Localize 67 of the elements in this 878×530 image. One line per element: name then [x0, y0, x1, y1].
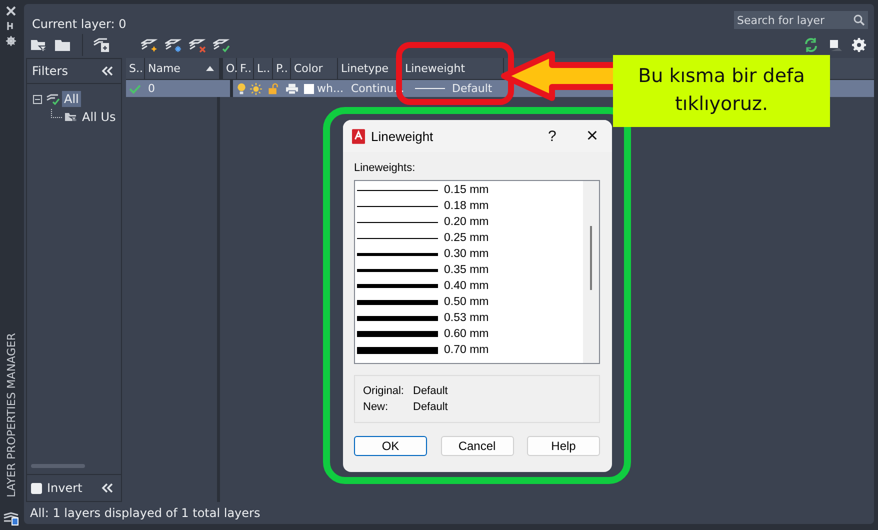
dialog-button[interactable]: Cancel	[440, 436, 514, 456]
lineweight-item[interactable]: 0.60 mm	[355, 326, 583, 342]
layers-check-icon	[46, 93, 60, 105]
line-sample	[415, 88, 445, 89]
close-icon[interactable]	[6, 6, 16, 16]
double-chevron-icon[interactable]	[101, 483, 113, 493]
palette-title: LAYER PROPERTIES MANAGER	[4, 332, 18, 497]
color-name: wh...	[317, 82, 344, 95]
lineweight-cell[interactable]: Default	[452, 82, 492, 95]
search-field[interactable]: Search for layer	[734, 11, 868, 29]
layer-name: 0	[148, 82, 155, 95]
refresh-icon[interactable]	[802, 37, 820, 53]
invert-label: Invert	[47, 481, 82, 495]
printer-icon[interactable]	[286, 82, 298, 94]
new-layer-icon[interactable]	[141, 37, 159, 53]
sort-up-icon[interactable]	[206, 66, 214, 71]
scrollbar[interactable]	[31, 464, 85, 468]
current-layer-label: Current layer: 0	[32, 17, 126, 31]
dialog-button[interactable]: OK	[354, 436, 427, 456]
column-header[interactable]: P..	[273, 58, 291, 79]
column-header[interactable]: Color	[291, 58, 338, 79]
new-value: Default	[413, 401, 448, 413]
close-button[interactable]: ×	[572, 124, 604, 148]
delete-layer-icon[interactable]	[189, 37, 207, 53]
set-current-icon[interactable]	[213, 37, 231, 53]
lineweight-item[interactable]: 0.18 mm	[355, 198, 583, 214]
column-header[interactable]: Linetype	[338, 58, 402, 79]
lineweight-item[interactable]: 0.20 mm	[355, 214, 583, 230]
lineweight-item[interactable]: 0.30 mm	[355, 246, 583, 262]
folder-icon[interactable]	[54, 37, 72, 53]
color-swatch[interactable]	[304, 84, 314, 94]
new-label: New:	[363, 401, 390, 413]
sun-icon[interactable]	[250, 82, 262, 94]
column-header[interactable]: F..	[237, 58, 254, 79]
filter-item[interactable]: All	[62, 91, 81, 107]
status-text: All: 1 layers displayed of 1 total layers	[29, 505, 262, 522]
settings-icon[interactable]	[6, 36, 16, 46]
original-label: Original:	[363, 385, 405, 397]
scrollbar-thumb[interactable]	[590, 226, 592, 290]
layer-states-icon[interactable]	[93, 37, 111, 53]
dialog-button[interactable]: Help	[527, 436, 600, 456]
invert-checkbox[interactable]	[31, 482, 42, 494]
search-icon[interactable]	[853, 14, 865, 26]
folder-filter-icon[interactable]	[30, 37, 48, 53]
collapse-icon[interactable]	[33, 94, 42, 104]
lineweight-item[interactable]: 0.40 mm	[355, 278, 583, 294]
lineweight-item[interactable]: 0.15 mm	[355, 182, 583, 198]
layers-icon	[3, 510, 19, 526]
column-header[interactable]: L..	[254, 58, 273, 79]
double-chevron-icon[interactable]	[101, 66, 113, 76]
lineweight-item[interactable]: 0.50 mm	[355, 294, 583, 310]
app-logo-icon	[352, 128, 365, 144]
new-vp-layer-icon[interactable]	[165, 37, 183, 53]
dialog-title: Lineweight	[371, 128, 434, 144]
folder-filter-icon	[64, 111, 78, 123]
filters-title: Filters	[32, 64, 68, 78]
list-label: Lineweights:	[354, 162, 416, 174]
help-button[interactable]: ?	[538, 128, 566, 144]
lineweight-item[interactable]: 0.25 mm	[355, 230, 583, 246]
column-header[interactable]: S..	[126, 58, 145, 79]
lineweight-item[interactable]: 0.70 mm	[355, 342, 583, 358]
callout-note: Bu kısma bir defa tıklıyoruz.	[613, 55, 830, 127]
lineweight-item[interactable]: 0.35 mm	[355, 262, 583, 278]
original-value: Default	[413, 385, 448, 397]
lightbulb-on-icon[interactable]	[236, 82, 247, 94]
lineweight-item[interactable]: 0.53 mm	[355, 310, 583, 326]
filter-item[interactable]: All Us	[80, 109, 118, 125]
